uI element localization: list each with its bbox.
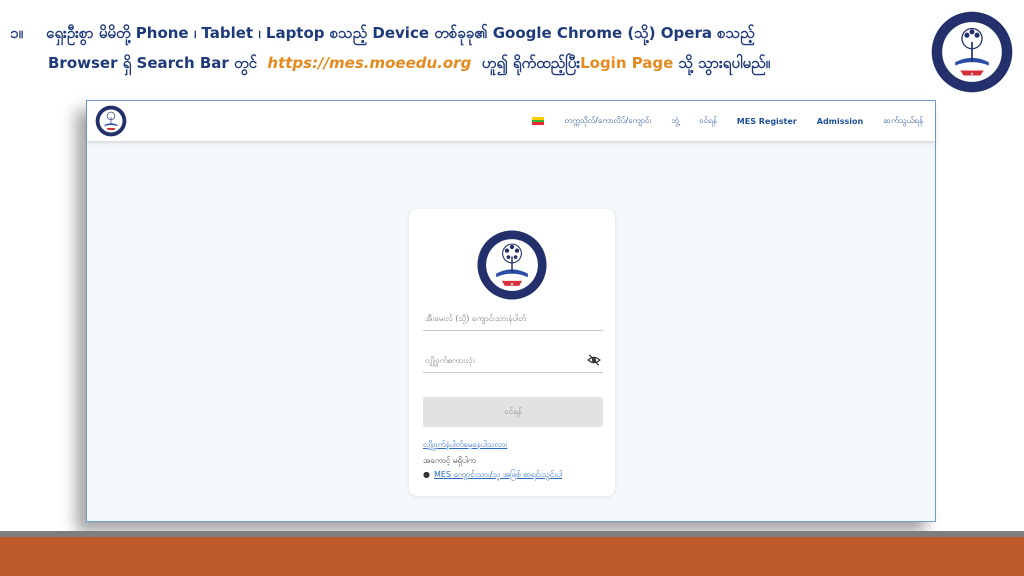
nav-item-degree[interactable]: ဘွဲ့ [671,115,679,127]
website-url: https://mes.moeedu.org [267,54,472,72]
nav-item-admission[interactable]: Admission [817,117,863,126]
password-placeholder: လျှို့ဝှက်စကားလုံး [425,356,475,365]
login-button[interactable]: ဝင်ရန် [423,397,603,427]
username-field[interactable]: အီးမေးလ် (သို့) ကျောင်းသားနံပါတ် [423,307,603,331]
myanmar-flag-icon[interactable] [532,117,545,125]
login-card: အီးမေးလ် (သို့) ကျောင်းသားနံပါတ် လျှို့ဝ… [409,209,615,496]
eye-slash-icon[interactable] [587,353,601,367]
site-logo-icon[interactable] [95,105,127,137]
heading-text-3: ဟူ၍ ရိုက်ထည့်ပြီး [481,54,581,72]
heading-text-4: သို့ သွားရပါမည်။ [678,54,771,72]
nav-item-mes-register[interactable]: MES Register [737,117,797,126]
browser-screenshot: တက္ကသိုလ်/ကောလိပ်/ကျောင်း ဘွဲ့ ဝင်ရန် ME… [86,100,936,522]
footer-bar [0,537,1024,576]
bullet: ● [423,470,430,479]
username-placeholder: အီးမေးလ် (သို့) ကျောင်းသားနံပါတ် [425,314,527,323]
register-link[interactable]: MES ကျောင်းသား/သူ အဖြစ် စာရင်းသွင်းပါ [434,470,562,479]
password-field[interactable]: လျှို့ဝှက်စကားလုံး [423,349,603,373]
no-account-text: အကောင့် မရှိပါက [423,456,476,465]
register-item: ● MES ကျောင်းသား/သူ အဖြစ် စာရင်းသွင်းပါ [423,469,562,481]
heading-text-2: Browser ရှိ Search Bar တွင် [48,54,257,72]
nav-links: တက္ကသိုလ်/ကောလိပ်/ကျောင်း ဘွဲ့ ဝင်ရန် ME… [532,101,923,141]
slide-heading: ၁။ ရှေးဦးစွာ မိမိတို့ Phone ၊ Tablet ၊ La… [10,18,910,78]
step-number: ၁။ [10,24,23,42]
moeedu-emblem-icon [477,230,547,300]
heading-line-1: ၁။ ရှေးဦးစွာ မိမိတို့ Phone ၊ Tablet ၊ La… [10,18,910,48]
heading-text-1: ရှေးဦးစွာ မိမိတို့ Phone ၊ Tablet ၊ Lapt… [46,24,755,42]
login-page-label: Login Page [580,54,674,72]
moeedu-emblem-icon [931,11,1013,93]
nav-item-contact[interactable]: ဆက်သွယ်ရန် [883,115,923,127]
nav-item-universities[interactable]: တက္ကသိုလ်/ကောလိပ်/ကျောင်း [564,115,651,127]
forgot-password-link[interactable]: လျှို့ဝှက်နံပါတ်မေ့နေပါသလား [423,439,507,451]
heading-line-2: Browser ရှိ Search Bar တွင် https://mes.… [10,48,910,78]
site-navbar: တက္ကသိုလ်/ကောလိပ်/ကျောင်း ဘွဲ့ ဝင်ရန် ME… [87,101,935,141]
nav-item-login[interactable]: ဝင်ရန် [699,115,717,127]
